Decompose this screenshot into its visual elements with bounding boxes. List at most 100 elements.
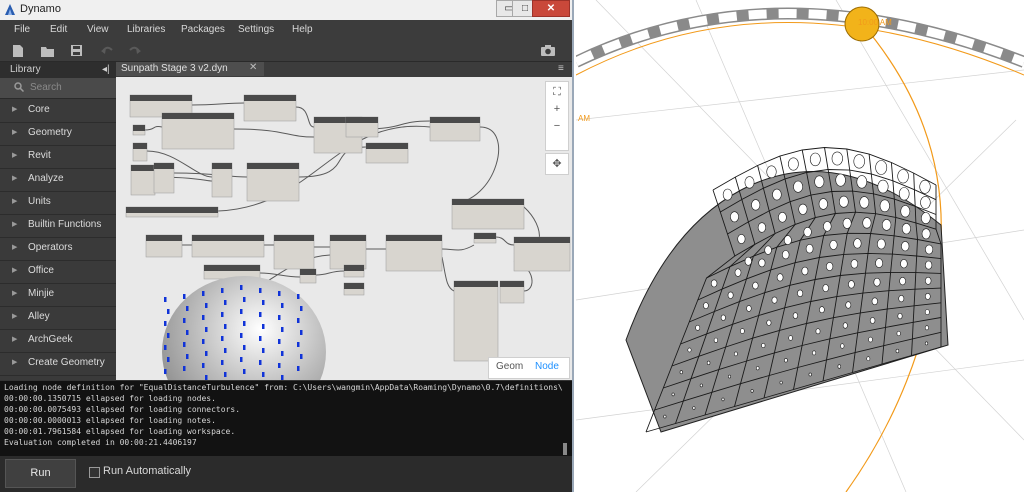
graph-node-header[interactable] [204, 265, 260, 271]
3d-viewport[interactable]: 10:00 AM AM [576, 0, 1024, 492]
graph-node-header[interactable] [514, 237, 570, 243]
graph-node-header[interactable] [133, 125, 145, 131]
graph-node[interactable] [453, 280, 499, 362]
preview-vertex [221, 360, 224, 365]
tab-menu-icon[interactable]: ≡ [558, 63, 564, 74]
graph-node-header[interactable] [500, 281, 524, 287]
run-button[interactable]: Run [5, 459, 76, 488]
tab-close-icon[interactable]: ✕ [249, 62, 257, 73]
graph-node-header[interactable] [133, 143, 147, 149]
collapse-library-icon[interactable]: ◂| [102, 64, 110, 75]
graph-node-header[interactable] [300, 269, 316, 275]
dome-opening [862, 217, 872, 229]
graph-node-header[interactable] [192, 235, 264, 241]
library-category[interactable]: ▶ Builtin Functions [0, 214, 116, 238]
library-category[interactable]: ▶ Analyze [0, 168, 116, 192]
menu-file[interactable]: File [14, 24, 30, 35]
preview-vertex [240, 285, 243, 290]
menu-libraries[interactable]: Libraries [127, 24, 165, 35]
graph-wire [441, 256, 455, 292]
dome-opening [920, 196, 931, 209]
library-header: Library ◂| [0, 62, 116, 78]
dome-opening [898, 295, 905, 303]
dome-opening [876, 238, 886, 250]
graph-node-header[interactable] [130, 95, 192, 101]
graph-node-header[interactable] [344, 283, 364, 289]
graph-node-header[interactable] [344, 265, 364, 271]
node-canvas[interactable]: ⛶ + − ✥ Geom Node [116, 77, 572, 380]
library-category[interactable]: ▶ Geometry [0, 122, 116, 146]
preview-vertex [202, 339, 205, 344]
camera-icon[interactable] [540, 44, 556, 57]
redo-icon[interactable] [128, 44, 142, 56]
graph-node-header[interactable] [146, 235, 182, 241]
new-file-icon[interactable] [12, 44, 24, 58]
tab-sunpath[interactable]: Sunpath Stage 3 v2.dyn ✕ [116, 62, 264, 76]
preview-vertex [221, 336, 224, 341]
library-search[interactable]: Search [0, 78, 116, 99]
zoom-out-icon[interactable]: − [546, 120, 568, 132]
graph-node-header[interactable] [346, 117, 378, 123]
menu-settings[interactable]: Settings [238, 24, 274, 35]
library-category[interactable]: ▶ ArchGeek [0, 329, 116, 353]
graph-wire [295, 106, 315, 128]
preview-vertex [281, 351, 284, 356]
library-panel: Library ◂| Search ▶ Core ▶ Geometry ▶ Revit ▶ A… [0, 62, 116, 380]
search-input[interactable]: Search [30, 82, 62, 93]
library-category[interactable]: ▶ Alley [0, 306, 116, 330]
console-scrollbar[interactable] [563, 443, 567, 455]
node-toggle[interactable]: Node [535, 361, 559, 372]
graph-node-header[interactable] [366, 143, 408, 149]
graph-node-header[interactable] [430, 117, 480, 123]
graph-node-header[interactable] [131, 165, 155, 171]
menu-view[interactable]: View [87, 24, 109, 35]
close-button[interactable]: ✕ [532, 0, 570, 17]
library-category[interactable]: ▶ Office [0, 260, 116, 284]
console-line: 00:00:00.0000013 ellapsed for loading no… [4, 416, 216, 425]
graph-node-header[interactable] [330, 235, 366, 241]
library-category[interactable]: ▶ Minjie [0, 283, 116, 307]
pan-icon[interactable]: ✥ [545, 153, 569, 175]
graph-node-header[interactable] [154, 163, 174, 169]
dome-opening [831, 151, 843, 166]
graph-node-header[interactable] [274, 235, 314, 241]
node-graph[interactable] [116, 77, 572, 380]
preview-vertex [240, 309, 243, 314]
graph-node-header[interactable] [474, 233, 496, 239]
dome-opening [845, 301, 852, 309]
dome-opening [752, 281, 759, 290]
dome-opening [699, 383, 703, 388]
graph-node-header[interactable] [162, 113, 234, 119]
graph-node-header[interactable] [454, 281, 498, 287]
menu-packages[interactable]: Packages [181, 24, 225, 35]
library-category[interactable]: ▶ Core [0, 99, 116, 123]
graph-node-header[interactable] [212, 163, 232, 169]
library-category[interactable]: ▶ Operators [0, 237, 116, 261]
library-category[interactable]: ▶ Units [0, 191, 116, 215]
run-automatically-checkbox[interactable] [89, 467, 100, 478]
graph-node-header[interactable] [386, 235, 442, 241]
preview-vertex [221, 288, 224, 293]
dome-opening [776, 273, 784, 282]
dome-opening [871, 297, 878, 306]
preview-vertex [259, 360, 262, 365]
dome-opening [757, 222, 766, 233]
open-folder-icon[interactable] [40, 44, 55, 58]
graph-wire [233, 128, 315, 138]
menu-bar: File Edit View Libraries Packages Settin… [0, 20, 572, 41]
console-line: Loading node definition for "EqualDistan… [4, 383, 563, 392]
menu-edit[interactable]: Edit [50, 24, 67, 35]
graph-node-header[interactable] [244, 95, 296, 101]
undo-icon[interactable] [100, 44, 114, 56]
library-category[interactable]: ▶ Create Geometry [0, 352, 116, 376]
library-category[interactable]: ▶ Revit [0, 145, 116, 169]
zoom-in-icon[interactable]: + [546, 103, 568, 115]
graph-node-header[interactable] [126, 207, 218, 213]
menu-help[interactable]: Help [292, 24, 313, 35]
save-icon[interactable] [70, 44, 83, 57]
dome-opening [728, 374, 732, 379]
geom-toggle[interactable]: Geom [496, 361, 523, 372]
graph-node-header[interactable] [452, 199, 524, 205]
graph-node-header[interactable] [247, 163, 299, 169]
zoom-fit-icon[interactable]: ⛶ [546, 86, 568, 99]
